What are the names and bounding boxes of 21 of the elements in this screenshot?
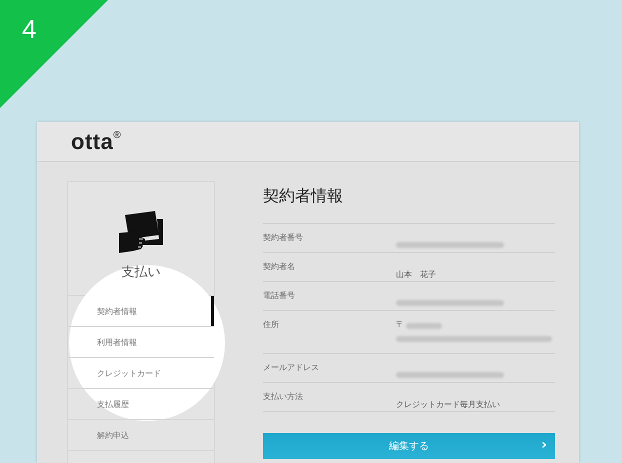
- blurred-value: [406, 323, 442, 329]
- sidebar-menu-item[interactable]: 利用者情報: [68, 327, 214, 358]
- field-label: メールアドレス: [263, 363, 320, 374]
- cards-in-hand-icon: [119, 211, 163, 253]
- field-label: 電話番号: [263, 291, 296, 302]
- field-value: 山本 花子: [396, 270, 436, 279]
- section-title: 契約者情報: [263, 186, 344, 206]
- field-value: クレジットカード毎月支払い: [396, 400, 500, 409]
- logo[interactable]: otta$^{®}$: [71, 130, 122, 152]
- sidebar-title: 支払い: [122, 264, 160, 281]
- sidebar-menu-item[interactable]: 契約者情報: [68, 296, 214, 327]
- field-label: 支払い方法: [263, 392, 304, 403]
- sidebar-menu-item[interactable]: 解約申込: [68, 420, 214, 451]
- sidebar-menu-item[interactable]: クレジットカード: [68, 358, 214, 389]
- field-label: 契約者番号: [263, 233, 304, 244]
- postal-mark: 〒: [396, 320, 404, 330]
- step-number: 4: [22, 16, 36, 42]
- field-label: 契約者名: [263, 262, 296, 273]
- sidebar-menu-item[interactable]: 支払履歴: [68, 389, 214, 420]
- field-label: 住所: [263, 320, 280, 331]
- edit-button[interactable]: 編集する ›: [263, 433, 555, 459]
